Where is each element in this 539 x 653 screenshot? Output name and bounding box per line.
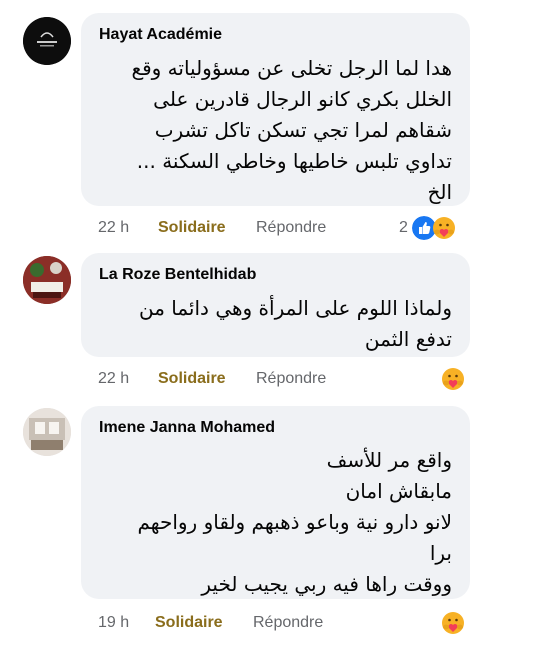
- comment-2: La Roze Bentelhidab ولماذا اللوم على الم…: [0, 240, 539, 390]
- author-name[interactable]: Imene Janna Mohamed: [99, 419, 275, 437]
- reaction-summary[interactable]: 2: [399, 215, 469, 241]
- care-icon: [442, 612, 464, 634]
- avatar[interactable]: [23, 17, 71, 65]
- reaction-summary[interactable]: [441, 366, 469, 392]
- care-icon: [433, 217, 455, 239]
- avatar[interactable]: [23, 408, 71, 456]
- avatar[interactable]: [23, 256, 71, 304]
- comment-text: واقع مر للأسف مابقاش امان لانو دارو نية …: [137, 448, 452, 596]
- solidaire-button[interactable]: Solidaire: [155, 614, 223, 632]
- comment-3: Imene Janna Mohamed واقع مر للأسف مابقاش…: [0, 392, 539, 653]
- reaction-summary[interactable]: [441, 610, 469, 636]
- comment-text: ولماذا اللوم على المرأة وهي دائما من تدف…: [138, 296, 452, 351]
- comment-bubble: Hayat Académie هدا لما الرجل تخلى عن مسؤ…: [81, 13, 470, 206]
- author-name[interactable]: Hayat Académie: [99, 26, 222, 44]
- comment-1: Hayat Académie هدا لما الرجل تخلى عن مسؤ…: [0, 0, 539, 240]
- solidaire-button[interactable]: Solidaire: [158, 219, 226, 237]
- profile-photo-icon: [23, 256, 71, 304]
- timestamp[interactable]: 22 h: [98, 370, 129, 388]
- reply-button[interactable]: Répondre: [256, 219, 326, 237]
- care-icon: [442, 368, 464, 390]
- comment-bubble: La Roze Bentelhidab ولماذا اللوم على الم…: [81, 253, 470, 357]
- profile-photo-icon: [23, 408, 71, 456]
- hayat-academie-logo-icon: [23, 17, 71, 65]
- timestamp[interactable]: 19 h: [98, 614, 129, 632]
- reply-button[interactable]: Répondre: [253, 614, 323, 632]
- author-name[interactable]: La Roze Bentelhidab: [99, 266, 256, 284]
- timestamp[interactable]: 22 h: [98, 219, 129, 237]
- comment-text: هدا لما الرجل تخلى عن مسؤولياته وقع الخل…: [131, 56, 452, 204]
- reaction-count: 2: [399, 219, 408, 236]
- solidaire-button[interactable]: Solidaire: [158, 370, 226, 388]
- reply-button[interactable]: Répondre: [256, 370, 326, 388]
- comment-bubble: Imene Janna Mohamed واقع مر للأسف مابقاش…: [81, 406, 470, 599]
